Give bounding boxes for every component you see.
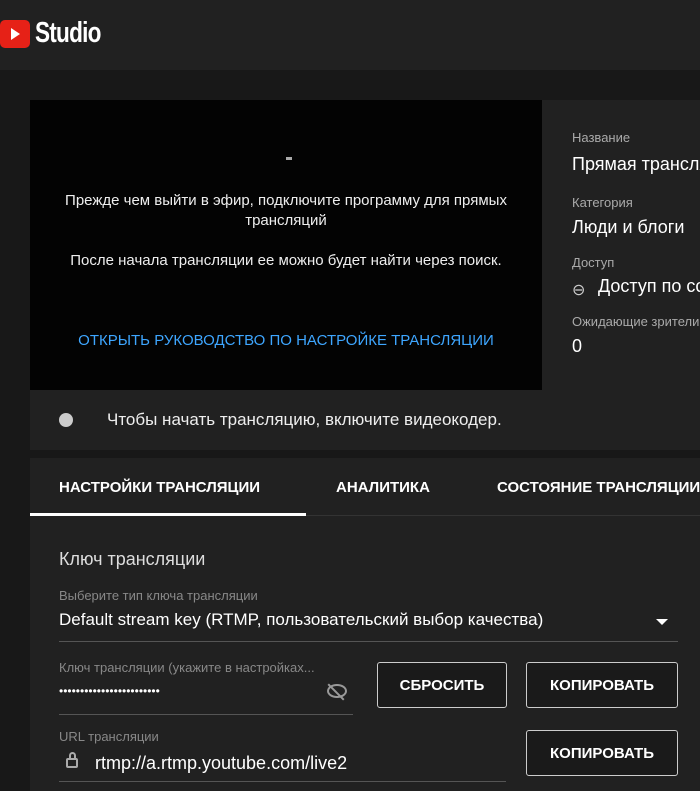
key-type-select[interactable]: Выберите тип ключа трансляции Default st…	[59, 586, 678, 642]
status-text: Чтобы начать трансляцию, включите видеок…	[107, 410, 502, 429]
waiting-viewers-value: 0	[572, 336, 583, 356]
youtube-studio-logo[interactable]: Studio	[0, 17, 119, 50]
stream-url-value: rtmp://a.rtmp.youtube.com/live2	[95, 753, 348, 773]
logo-text: Studio	[35, 17, 101, 49]
access-value: Доступ по ссылке	[598, 276, 700, 296]
link-icon: ⊖	[572, 282, 586, 299]
waiting-viewers-label: Ожидающие зрители	[572, 314, 700, 329]
stream-url-label: URL трансляции	[59, 729, 159, 744]
key-type-value: Default stream key (RTMP, пользовательск…	[59, 610, 544, 629]
key-type-label: Выберите тип ключа трансляции	[59, 588, 258, 603]
category-value: Люди и блоги	[572, 217, 685, 237]
settings-panel: НАСТРОЙКИ ТРАНСЛЯЦИИ АНАЛИТИКА СОСТОЯНИЕ…	[30, 458, 700, 791]
visibility-off-icon[interactable]	[327, 683, 347, 701]
stream-key-label: Ключ трансляции (укажите в настройках...	[59, 660, 315, 675]
title-label: Название	[572, 130, 631, 145]
setup-guide-link[interactable]: ОТКРЫТЬ РУКОВОДСТВО ПО НАСТРОЙКЕ ТРАНСЛЯ…	[30, 332, 542, 349]
stream-info: Название Прямая трансляция Категория Люд…	[542, 100, 700, 390]
lock-icon	[66, 752, 78, 768]
section-title: Ключ трансляции	[59, 549, 206, 569]
stream-key-value: ••••••••••••••••••••••••	[59, 684, 160, 698]
copy-url-button[interactable]: КОПИРОВАТЬ	[526, 730, 678, 776]
search-hint: После начала трансляции ее можно будет н…	[70, 252, 502, 269]
copy-key-button[interactable]: КОПИРОВАТЬ	[526, 662, 678, 708]
category-label: Категория	[572, 195, 633, 210]
youtube-play-icon	[0, 19, 30, 48]
tab-analytics[interactable]: АНАЛИТИКА	[336, 479, 430, 496]
stream-key-field[interactable]: Ключ трансляции (укажите в настройках...…	[59, 658, 353, 715]
loading-spinner-icon	[286, 157, 292, 160]
active-tab-indicator	[30, 513, 306, 516]
access-label: Доступ	[572, 255, 615, 270]
stream-url-field[interactable]: URL трансляции rtmp://a.rtmp.youtube.com…	[59, 728, 506, 782]
tab-stream-settings[interactable]: НАСТРОЙКИ ТРАНСЛЯЦИИ	[59, 479, 260, 496]
top-bar: Studio	[0, 0, 700, 70]
title-value: Прямая трансляция	[572, 154, 700, 174]
status-dot-icon	[59, 413, 73, 427]
dropdown-arrow-icon	[656, 619, 668, 625]
reset-key-button[interactable]: СБРОСИТЬ	[377, 662, 507, 708]
stream-status: Чтобы начать трансляцию, включите видеок…	[30, 390, 700, 450]
video-preview: Прежде чем выйти в эфир, подключите прог…	[30, 100, 542, 390]
encoder-hint: Прежде чем выйти в эфир, подключите прог…	[65, 192, 507, 229]
tab-stream-health[interactable]: СОСТОЯНИЕ ТРАНСЛЯЦИИ	[497, 479, 700, 496]
tab-bar: НАСТРОЙКИ ТРАНСЛЯЦИИ АНАЛИТИКА СОСТОЯНИЕ…	[30, 458, 700, 516]
